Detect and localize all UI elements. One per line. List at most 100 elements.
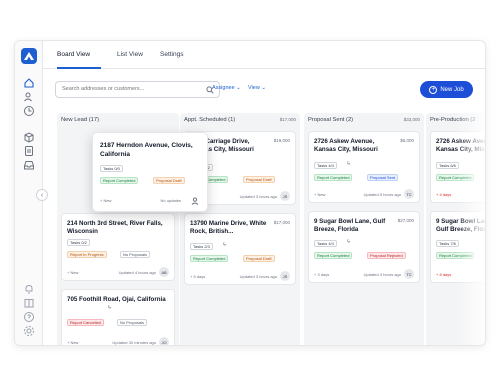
add-new-link[interactable]: + New bbox=[67, 340, 78, 345]
card-address: 2187 Herndon Avenue, Clovis, California bbox=[100, 142, 193, 158]
card-address: 705 Foothill Road, Ojai, California bbox=[67, 296, 166, 303]
avatar[interactable]: JS bbox=[280, 191, 290, 201]
proposal-status-badge: Proposal Rejected bbox=[367, 252, 406, 259]
overdue-label: + 8 days bbox=[436, 272, 452, 277]
proposal-status-badge: Proposal Draft bbox=[243, 255, 275, 262]
job-card[interactable]: 214 North 3rd Street, River Falls, Wisco… bbox=[61, 213, 175, 281]
view-filter-label: View bbox=[248, 85, 260, 91]
avatar[interactable]: AB bbox=[159, 267, 169, 277]
home-icon[interactable] bbox=[23, 77, 35, 89]
new-job-button[interactable]: + New Job bbox=[420, 81, 473, 98]
help-icon[interactable] bbox=[23, 311, 35, 323]
report-status-badge: Report Cancelled bbox=[67, 319, 104, 326]
proposal-status-badge: Proposal Sent bbox=[367, 174, 399, 181]
scroll-fade bbox=[455, 113, 485, 345]
updated-time: Updated 30 minutes ago bbox=[112, 340, 156, 345]
tasks-count: Tasks 0/0 bbox=[103, 166, 120, 171]
updated-time: Updated 3 hours ago bbox=[363, 272, 401, 277]
avatar[interactable]: JO bbox=[159, 337, 169, 345]
users-icon[interactable] bbox=[23, 91, 35, 103]
card-address: 9 Sugar Bowl Lane, Gulf Breeze, Florida bbox=[314, 218, 386, 233]
search-box bbox=[55, 81, 220, 98]
report-status-badge: Report In Progress bbox=[67, 251, 107, 258]
card-address: 2726 Askew Avenue, Kansas City, Missouri bbox=[314, 138, 378, 153]
view-filter[interactable]: View ⌄ bbox=[248, 85, 266, 91]
tab-settings[interactable]: Settings bbox=[160, 51, 184, 58]
column-amount: $17,000 bbox=[279, 117, 296, 122]
tab-board-view[interactable]: Board View bbox=[57, 51, 90, 58]
assignee-filter[interactable]: Assignee ⌄ bbox=[212, 85, 241, 91]
book-icon[interactable] bbox=[23, 297, 35, 309]
job-card[interactable]: 13790 Marine Drive, White Rock, British.… bbox=[184, 213, 296, 285]
report-status-badge: Report Completed bbox=[314, 174, 353, 181]
active-tab-indicator bbox=[57, 67, 101, 69]
plus-circle-icon: + bbox=[429, 85, 438, 94]
days-label: + 3 days bbox=[314, 272, 330, 277]
add-new-link[interactable]: + New bbox=[67, 270, 78, 275]
bolt-icon[interactable]: ϟ bbox=[347, 239, 350, 245]
tasks-count: Tasks 2/3 bbox=[193, 244, 210, 249]
column-title: Appt. Scheduled (1) bbox=[184, 117, 236, 123]
column-title: Proposal Sent (2) bbox=[308, 117, 354, 123]
add-new-link[interactable]: + New bbox=[314, 192, 325, 197]
tasks-count: Tasks 6/6 bbox=[439, 163, 456, 168]
report-status-badge: Report Completed bbox=[100, 177, 139, 184]
tasks-chip[interactable]: Tasks 0/2 bbox=[67, 239, 90, 246]
document-icon[interactable] bbox=[23, 145, 35, 157]
tasks-count: Tasks 0/2 bbox=[70, 240, 87, 245]
collapse-sidebar-button[interactable]: ‹ bbox=[36, 189, 48, 201]
job-card[interactable]: 2726 Askew Avenue, Kansas City, Missouri… bbox=[308, 131, 420, 203]
tasks-count: Tasks 4/4 bbox=[317, 163, 334, 168]
avatar[interactable]: TC bbox=[404, 269, 414, 279]
updated-time: Updated 3 hours ago bbox=[239, 274, 277, 279]
updated-time: Updated 5 hours ago bbox=[363, 192, 401, 197]
inbox-icon[interactable] bbox=[23, 159, 35, 171]
tasks-chip[interactable]: Tasks 2/3 bbox=[190, 243, 213, 250]
card-price: $6,000 bbox=[400, 138, 414, 143]
job-card[interactable]: 9 Sugar Bowl Lane, Gulf Breeze, Florida … bbox=[308, 211, 420, 283]
column-title: New Lead (17) bbox=[61, 117, 100, 123]
report-status-badge: Report Completed bbox=[314, 252, 353, 259]
card-price: $17,000 bbox=[273, 220, 290, 225]
tab-list-view[interactable]: List View bbox=[117, 51, 143, 58]
column-amount: $33,000 bbox=[403, 117, 420, 122]
search-input[interactable] bbox=[62, 86, 192, 92]
proposal-status-badge: Proposal Draft bbox=[153, 177, 185, 184]
card-price: $27,000 bbox=[397, 218, 414, 223]
app-window: ‹ Board View List View Settings Assignee… bbox=[14, 40, 486, 346]
tasks-chip[interactable]: Tasks 4/4 bbox=[314, 162, 337, 169]
updates-text: No updates bbox=[160, 198, 181, 203]
job-card[interactable]: 705 Foothill Road, Ojai, California Repo… bbox=[61, 289, 175, 345]
bolt-icon[interactable]: ϟ bbox=[223, 242, 226, 248]
box-icon[interactable] bbox=[23, 131, 35, 143]
column-proposal-sent: Proposal Sent (2) $33,000 2726 Askew Ave… bbox=[304, 113, 424, 345]
bell-icon[interactable] bbox=[23, 283, 35, 295]
card-price: $19,000 bbox=[273, 138, 290, 143]
user-icon[interactable] bbox=[191, 197, 199, 205]
dragged-job-card[interactable]: 2187 Herndon Avenue, Clovis, California … bbox=[92, 132, 208, 212]
tasks-chip[interactable]: Tasks 0/0 bbox=[100, 165, 123, 172]
tasks-chip[interactable]: Tasks 4/4 bbox=[314, 240, 337, 247]
chevron-left-icon: ‹ bbox=[40, 191, 44, 199]
add-new-link[interactable]: + New bbox=[100, 198, 111, 203]
days-label: + 5 days bbox=[190, 274, 206, 279]
overdue-label: + 4 days bbox=[436, 192, 452, 197]
avatar[interactable]: TC bbox=[404, 189, 414, 199]
avatar[interactable]: JS bbox=[280, 271, 290, 281]
assignee-filter-label: Assignee bbox=[212, 85, 235, 91]
updated-time: Updated 4 hours ago bbox=[118, 270, 156, 275]
settings-icon[interactable] bbox=[23, 325, 35, 337]
updated-time: Updated 3 hours ago bbox=[239, 194, 277, 199]
bolt-icon[interactable]: ϟ bbox=[108, 305, 111, 311]
logo[interactable] bbox=[21, 48, 37, 64]
bolt-icon[interactable]: ϟ bbox=[347, 161, 350, 167]
card-address: 214 North 3rd Street, River Falls, Wisco… bbox=[67, 220, 163, 235]
new-job-label: New Job bbox=[440, 86, 464, 93]
chevron-down-icon: ⌄ bbox=[261, 85, 266, 91]
chevron-down-icon: ⌄ bbox=[236, 85, 241, 91]
tasks-count: Tasks 4/4 bbox=[317, 241, 334, 246]
clock-icon[interactable] bbox=[23, 105, 35, 117]
card-address: 13790 Marine Drive, White Rock, British.… bbox=[190, 220, 267, 235]
proposal-status-badge: No Proposals bbox=[117, 319, 148, 326]
report-status-badge: Report Completed bbox=[190, 255, 229, 262]
